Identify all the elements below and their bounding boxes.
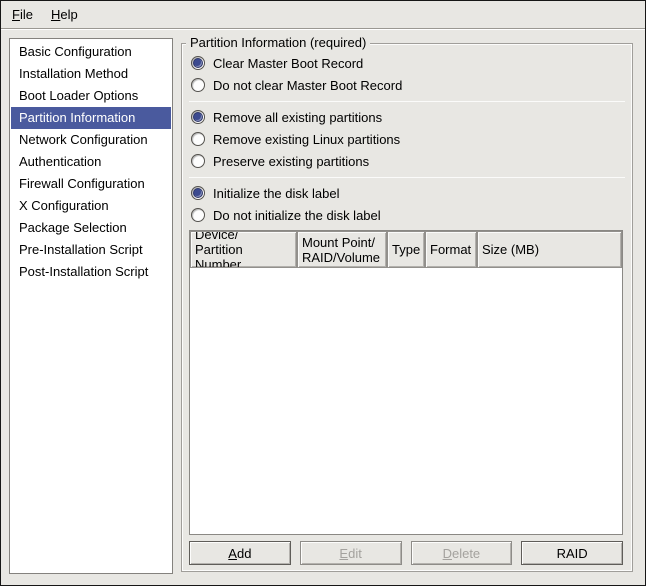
radio-unselected-icon	[191, 154, 205, 168]
sidebar-item-firewall-configuration[interactable]: Firewall Configuration	[11, 173, 171, 195]
radio-unselected-icon	[191, 78, 205, 92]
delete-button: Delete	[411, 541, 513, 565]
radio-preserve-partitions-label: Preserve existing partitions	[213, 154, 369, 169]
column-header-device[interactable]: Device/ Partition Number	[190, 231, 297, 268]
partition-table-body[interactable]	[190, 268, 622, 534]
delete-button-label: Delete	[443, 546, 481, 561]
frame-content: Clear Master Boot Record Do not clear Ma…	[182, 44, 632, 571]
radio-do-not-clear-mbr-label: Do not clear Master Boot Record	[213, 78, 402, 93]
radio-selected-icon	[191, 186, 205, 200]
radio-preserve-partitions[interactable]: Preserve existing partitions	[188, 150, 626, 172]
sidebar-item-post-installation-script[interactable]: Post-Installation Script	[11, 261, 171, 283]
radio-do-not-initialize-disk-label[interactable]: Do not initialize the disk label	[188, 204, 626, 226]
partition-table: Device/ Partition Number Mount Point/ RA…	[189, 230, 623, 535]
sidebar-item-partition-information[interactable]: Partition Information	[11, 107, 171, 129]
add-button[interactable]: Add	[189, 541, 291, 565]
menu-help[interactable]: Help	[42, 3, 87, 26]
radio-initialize-disk-label[interactable]: Initialize the disk label	[188, 182, 626, 204]
radio-remove-linux-partitions[interactable]: Remove existing Linux partitions	[188, 128, 626, 150]
sidebar-item-pre-installation-script[interactable]: Pre-Installation Script	[11, 239, 171, 261]
section-list: Basic Configuration Installation Method …	[9, 38, 173, 574]
raid-button-label: RAID	[557, 546, 588, 561]
sidebar-item-boot-loader-options[interactable]: Boot Loader Options	[11, 85, 171, 107]
radio-clear-mbr-label: Clear Master Boot Record	[213, 56, 363, 71]
radio-remove-all-partitions[interactable]: Remove all existing partitions	[188, 106, 626, 128]
raid-button[interactable]: RAID	[521, 541, 623, 565]
separator	[189, 177, 625, 178]
menubar: File Help	[1, 1, 645, 29]
sidebar-item-installation-method[interactable]: Installation Method	[11, 63, 171, 85]
button-row: Add Edit Delete RAID	[189, 541, 623, 565]
radio-selected-icon	[191, 110, 205, 124]
column-header-type[interactable]: Type	[387, 231, 425, 268]
radio-do-not-initialize-disk-label-label: Do not initialize the disk label	[213, 208, 381, 223]
edit-button: Edit	[300, 541, 402, 565]
add-button-label: Add	[228, 546, 251, 561]
partition-information-frame: Partition Information (required) Clear M…	[181, 43, 633, 572]
radio-initialize-disk-label-label: Initialize the disk label	[213, 186, 339, 201]
column-header-format[interactable]: Format	[425, 231, 477, 268]
radio-unselected-icon	[191, 208, 205, 222]
menu-help-label: Help	[51, 7, 78, 22]
radio-remove-all-partitions-label: Remove all existing partitions	[213, 110, 382, 125]
radio-selected-icon	[191, 56, 205, 70]
edit-button-label: Edit	[339, 546, 361, 561]
radio-unselected-icon	[191, 132, 205, 146]
kickstart-configurator-window: File Help Basic Configuration Installati…	[0, 0, 646, 586]
menu-file-label: File	[12, 7, 33, 22]
sidebar-item-x-configuration[interactable]: X Configuration	[11, 195, 171, 217]
sidebar-item-network-configuration[interactable]: Network Configuration	[11, 129, 171, 151]
column-header-mount-point[interactable]: Mount Point/ RAID/Volume	[297, 231, 387, 268]
column-header-size[interactable]: Size (MB)	[477, 231, 622, 268]
menu-file[interactable]: File	[3, 3, 42, 26]
radio-clear-mbr[interactable]: Clear Master Boot Record	[188, 52, 626, 74]
sidebar-item-package-selection[interactable]: Package Selection	[11, 217, 171, 239]
sidebar-item-basic-configuration[interactable]: Basic Configuration	[11, 41, 171, 63]
sidebar-item-authentication[interactable]: Authentication	[11, 151, 171, 173]
radio-do-not-clear-mbr[interactable]: Do not clear Master Boot Record	[188, 74, 626, 96]
radio-remove-linux-partitions-label: Remove existing Linux partitions	[213, 132, 400, 147]
separator	[189, 101, 625, 102]
partition-table-header: Device/ Partition Number Mount Point/ RA…	[190, 231, 622, 268]
